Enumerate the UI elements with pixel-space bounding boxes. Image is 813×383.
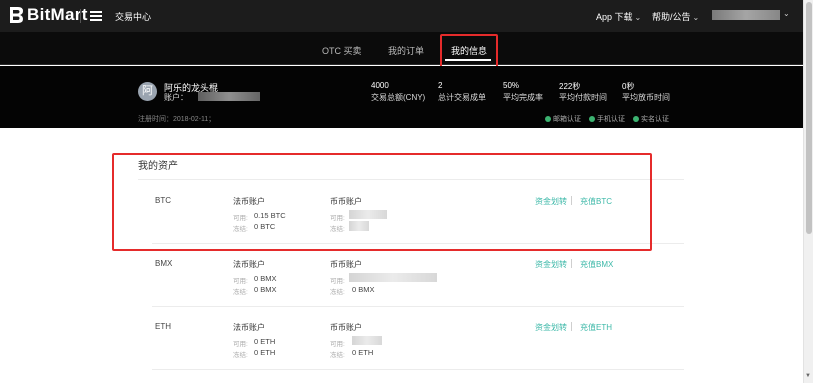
fiat-account-header: 法币账户: [233, 260, 265, 269]
coin-frozen-value: 0 ETH: [352, 348, 374, 357]
stat-completion-rate-value: 50%: [503, 81, 520, 90]
row-divider: [152, 369, 684, 370]
row-divider: [152, 306, 684, 307]
menu-icon[interactable]: [90, 11, 102, 21]
register-time: 注册时间：2018-02-11；: [138, 116, 216, 123]
asset-coin-name: BMX: [155, 259, 173, 268]
fiat-available-value: 0 ETH: [254, 337, 276, 346]
fiat-account-header: 法币账户: [233, 323, 265, 332]
stat-trade-total-label: 交易总额(CNY): [371, 93, 426, 102]
frozen-label: 冻结:: [330, 352, 345, 359]
bitmart-logo-icon[interactable]: [8, 6, 24, 24]
fiat-available-value: 0 BMX: [254, 274, 277, 283]
stat-release-time-label: 平均放币时间: [622, 93, 670, 102]
transfer-link-bmx[interactable]: 资金划转: [535, 259, 567, 270]
stat-trade-total-value: 4000: [371, 81, 389, 90]
chevron-down-icon[interactable]: ⌄: [783, 9, 790, 18]
asset-coin-name: ETH: [155, 322, 171, 331]
available-label: 可用:: [330, 278, 345, 285]
fiat-frozen-value: 0 BMX: [254, 285, 277, 294]
transfer-link-eth[interactable]: 资金划转: [535, 322, 567, 333]
stat-payment-time-value: 222秒: [559, 82, 581, 91]
frozen-label: 冻结:: [330, 289, 345, 296]
coin-available-redacted: [352, 336, 382, 345]
top-navbar: BitMart 交易中心 App 下载 ⌄ 帮助/公告 ⌄ ⌄: [0, 0, 803, 32]
account-value-redacted: [198, 92, 260, 101]
otc-subnav: OTC 买卖 我的订单 我的信息: [0, 32, 803, 65]
verify-label: 邮箱认证: [553, 116, 581, 123]
realname-verified-badge: 实名认证: [633, 114, 669, 124]
link-divider: [571, 259, 572, 268]
app-download-menu[interactable]: App 下载 ⌄: [596, 10, 641, 23]
help-notice-label: 帮助/公告: [652, 12, 691, 22]
email-verified-badge: 邮箱认证: [545, 114, 581, 124]
available-label: 可用:: [233, 341, 248, 348]
deposit-link-bmx[interactable]: 充值BMX: [580, 259, 613, 270]
stat-payment-time-label: 平均付款时间: [559, 93, 607, 102]
coin-account-header: 币币账户: [330, 323, 362, 332]
coin-frozen-value: 0 BMX: [352, 285, 375, 294]
frozen-label: 冻结:: [233, 289, 248, 296]
app-download-label: App 下载: [596, 12, 633, 22]
page-scrollbar[interactable]: ▼: [803, 0, 813, 383]
check-circle-icon: [589, 116, 595, 122]
available-label: 可用:: [330, 341, 345, 348]
logo-text[interactable]: BitMart: [27, 5, 88, 25]
available-label: 可用:: [233, 278, 248, 285]
stat-completion-rate-label: 平均完成率: [503, 93, 543, 102]
check-circle-icon: [545, 116, 551, 122]
help-notice-menu[interactable]: 帮助/公告 ⌄: [652, 10, 699, 23]
tab-my-orders[interactable]: 我的订单: [388, 44, 424, 57]
tab-otc-trade[interactable]: OTC 买卖: [322, 44, 362, 57]
chevron-down-icon: ⌄: [692, 13, 700, 22]
scrollbar-thumb[interactable]: [806, 2, 812, 234]
phone-verified-badge: 手机认证: [589, 114, 625, 124]
stat-release-time-value: 0秒: [622, 82, 635, 91]
avatar: 阿: [138, 82, 157, 101]
deposit-link-eth[interactable]: 充值ETH: [580, 322, 612, 333]
stat-order-count-label: 总计交易成单: [438, 93, 486, 102]
chevron-down-icon: ⌄: [634, 13, 642, 22]
scroll-down-arrow-icon[interactable]: ▼: [805, 373, 811, 379]
stat-order-count-value: 2: [438, 81, 443, 90]
verify-label: 实名认证: [641, 116, 669, 123]
check-circle-icon: [633, 116, 639, 122]
frozen-label: 冻结:: [233, 352, 248, 359]
highlight-box-assets: [112, 153, 652, 251]
profile-summary: 阿 阿乐的龙头棍 账户： 4000 交易总额(CNY) 2 总计交易成单 50%…: [0, 66, 803, 128]
link-divider: [571, 322, 572, 331]
coin-account-header: 币币账户: [330, 260, 362, 269]
verify-label: 手机认证: [597, 116, 625, 123]
user-account-menu[interactable]: [712, 10, 780, 20]
trade-center-link[interactable]: 交易中心: [115, 10, 151, 23]
fiat-frozen-value: 0 ETH: [254, 348, 276, 357]
account-label: 账户：: [164, 93, 188, 102]
coin-available-redacted: [349, 273, 437, 282]
header-divider: [80, 9, 81, 23]
